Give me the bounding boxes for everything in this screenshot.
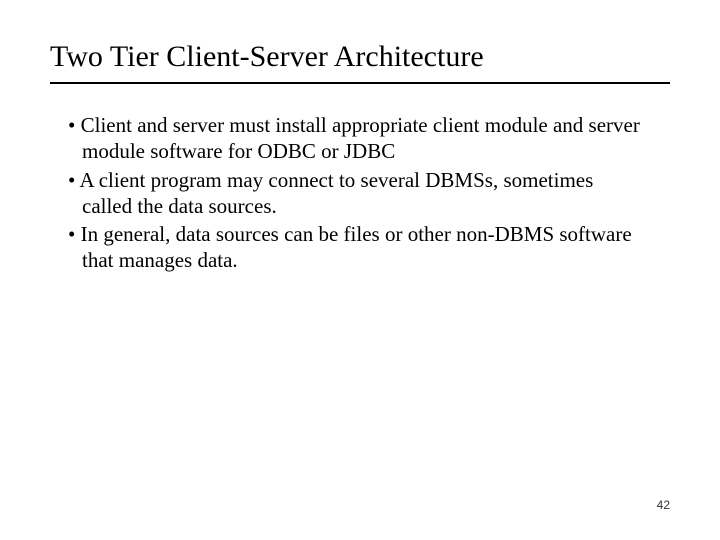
slide-title: Two Tier Client-Server Architecture <box>50 40 670 84</box>
bullet-marker: • <box>68 113 81 137</box>
bullet-text: Client and server must install appropria… <box>81 113 640 163</box>
bullet-marker: • <box>68 222 81 246</box>
bullet-text: A client program may connect to several … <box>79 168 593 218</box>
list-item: • In general, data sources can be files … <box>68 221 640 274</box>
page-number: 42 <box>657 498 670 512</box>
bullet-marker: • <box>68 168 79 192</box>
bullet-text: In general, data sources can be files or… <box>81 222 632 272</box>
list-item: • A client program may connect to severa… <box>68 167 640 220</box>
bullet-list: • Client and server must install appropr… <box>50 112 670 274</box>
list-item: • Client and server must install appropr… <box>68 112 640 165</box>
